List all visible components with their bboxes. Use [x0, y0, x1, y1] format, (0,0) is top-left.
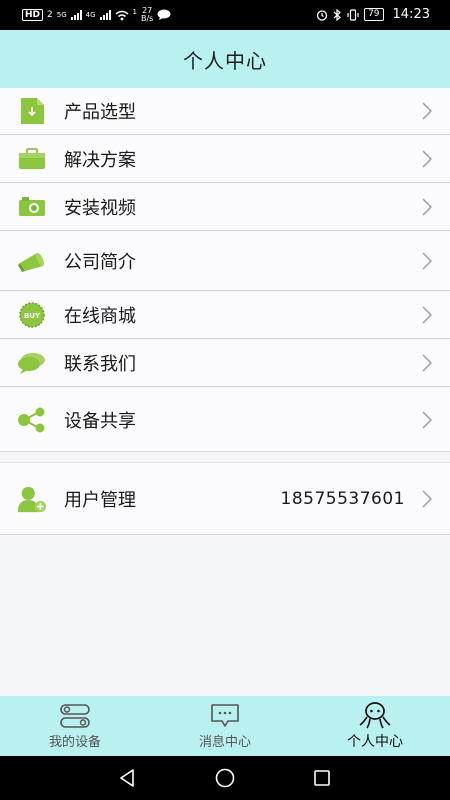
page-header: 个人中心 [0, 30, 450, 88]
chevron-right-icon [422, 252, 433, 270]
speed-unit: B/s [141, 14, 154, 23]
status-bar: HD 2 5G 4G 1 27 B/s 79 14:23 [0, 0, 450, 30]
recents-icon[interactable] [312, 768, 332, 788]
add-user-icon [17, 484, 47, 514]
signal-bars-icon [70, 10, 82, 20]
chevron-right-icon [422, 150, 433, 168]
wifi-icon [115, 10, 129, 20]
tab-label: 个人中心 [347, 734, 403, 750]
camera-icon [17, 192, 47, 222]
battery-indicator: 79 [364, 8, 384, 21]
vibrate-icon [347, 8, 359, 21]
menu-item-label: 公司简介 [64, 252, 136, 273]
signal-5g-label: 5G [56, 11, 67, 19]
menu-item-label: 在线商城 [64, 306, 136, 327]
buy-badge-text: BUY [24, 312, 41, 320]
alarm-icon [316, 9, 328, 21]
tab-label: 我的设备 [48, 734, 101, 750]
bluetooth-icon [333, 8, 341, 21]
signal-bars-2-icon [99, 10, 111, 20]
tab-profile[interactable]: 个人中心 [300, 696, 450, 756]
user-phone-number: 18575537601 [280, 488, 405, 509]
status-right: 79 14:23 [316, 7, 430, 22]
chevron-right-icon [422, 306, 433, 324]
menu-item-label: 设备共享 [64, 410, 136, 432]
chevron-right-icon [422, 410, 433, 429]
menu-item-install-videos[interactable]: 安装视频 [0, 184, 450, 231]
profile-icon [359, 702, 391, 729]
buy-badge-icon: BUY [17, 300, 47, 330]
briefcase-icon [17, 144, 47, 174]
wifi-level: 1 [132, 8, 137, 16]
menu-item-label: 联系我们 [64, 354, 136, 375]
network-speed: 27 B/s [141, 7, 153, 23]
menu-item-contact-us[interactable]: 联系我们 [0, 340, 450, 387]
sim-slot: 2 [47, 10, 53, 20]
signal-4g-label: 4G [85, 11, 96, 19]
menu-item-device-sharing[interactable]: 设备共享 [0, 388, 450, 452]
back-icon[interactable] [118, 768, 138, 788]
menu-item-product-selection[interactable]: 产品选型 [0, 88, 450, 135]
tab-message-center[interactable]: 消息中心 [150, 696, 300, 756]
message-notification-icon [157, 9, 171, 20]
document-download-icon [17, 96, 47, 126]
menu-item-solutions[interactable]: 解决方案 [0, 136, 450, 183]
system-nav-bar [0, 756, 450, 800]
chevron-right-icon [422, 354, 433, 372]
page-title: 个人中心 [183, 48, 267, 73]
menu-item-user-management[interactable]: 用户管理 18575537601 [0, 462, 450, 535]
chevron-right-icon [422, 102, 433, 120]
menu-item-company-profile[interactable]: 公司简介 [0, 232, 450, 291]
message-icon [211, 703, 239, 727]
menu-item-label: 解决方案 [64, 150, 136, 171]
tab-my-devices[interactable]: 我的设备 [0, 696, 150, 756]
home-icon[interactable] [214, 767, 236, 789]
bottom-tab-bar: 我的设备 消息中心 个人中心 [0, 696, 450, 756]
status-left: HD 2 5G 4G 1 27 B/s [22, 7, 171, 23]
share-icon [17, 405, 47, 435]
devices-icon [60, 703, 90, 728]
menu-item-label: 产品选型 [64, 102, 136, 123]
hd-badge: HD [22, 9, 44, 21]
menu-item-online-store[interactable]: BUY 在线商城 [0, 292, 450, 339]
menu-item-label: 用户管理 [64, 489, 136, 511]
tab-label: 消息中心 [198, 734, 251, 750]
chat-bubbles-icon [17, 348, 47, 378]
chevron-right-icon [422, 198, 433, 216]
megaphone-icon [17, 246, 47, 276]
menu-item-label: 安装视频 [64, 198, 136, 219]
status-time: 14:23 [392, 7, 430, 22]
chevron-right-icon [422, 489, 433, 508]
